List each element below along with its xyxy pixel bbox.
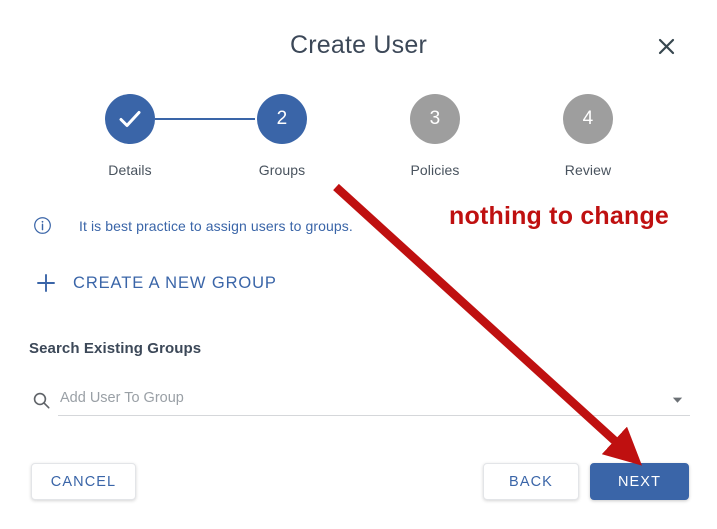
step-number-2: 2 — [276, 108, 288, 129]
create-new-group-button[interactable]: CREATE A NEW GROUP — [31, 268, 281, 298]
page-title: Create User — [290, 31, 427, 59]
stepper-step-review[interactable]: 4 Review — [518, 94, 658, 178]
create-user-dialog: Create User Details 2 Groups 3 Policies … — [0, 0, 717, 529]
stepper-label-details: Details — [108, 162, 152, 178]
search-icon — [32, 391, 52, 411]
create-new-group-label: CREATE A NEW GROUP — [73, 273, 277, 292]
step-circle-3: 3 — [410, 94, 460, 144]
stepper-step-details[interactable]: Details — [60, 94, 200, 178]
search-input-underline — [58, 415, 690, 416]
search-input[interactable] — [60, 388, 660, 412]
stepper-label-review: Review — [564, 162, 612, 178]
stepper-step-policies[interactable]: 3 Policies — [365, 94, 505, 178]
step-number-4: 4 — [582, 108, 594, 129]
wizard-stepper: Details 2 Groups 3 Policies 4 Review — [0, 94, 717, 189]
cancel-button[interactable]: CANCEL — [31, 463, 136, 500]
info-circle-icon — [33, 216, 53, 236]
info-message-row: It is best practice to assign users to g… — [33, 216, 353, 236]
plus-icon — [35, 272, 57, 294]
stepper-label-policies: Policies — [410, 162, 460, 178]
info-message-text: It is best practice to assign users to g… — [79, 218, 353, 234]
search-section-label: Search Existing Groups — [29, 340, 202, 357]
chevron-down-icon[interactable] — [671, 393, 685, 407]
close-icon[interactable] — [651, 31, 681, 61]
check-icon — [117, 106, 143, 132]
dialog-header: Create User — [0, 0, 717, 90]
step-circle-1 — [105, 94, 155, 144]
back-button[interactable]: BACK — [483, 463, 579, 500]
stepper-label-groups: Groups — [258, 162, 306, 178]
stepper-step-groups[interactable]: 2 Groups — [212, 94, 352, 178]
next-button[interactable]: NEXT — [590, 463, 689, 500]
step-circle-4: 4 — [563, 94, 613, 144]
step-number-3: 3 — [429, 108, 441, 129]
annotation-text: nothing to change — [449, 202, 670, 230]
step-circle-2: 2 — [257, 94, 307, 144]
search-existing-groups-row — [30, 388, 690, 420]
